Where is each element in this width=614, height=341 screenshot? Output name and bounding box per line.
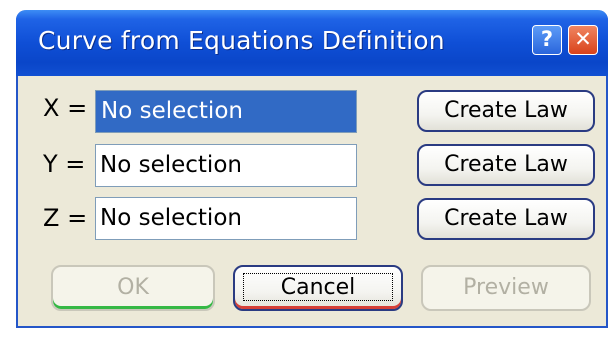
z-field-value: No selection (100, 205, 242, 231)
dialog-title: Curve from Equations Definition (38, 26, 445, 55)
z-equation-field[interactable]: No selection (95, 197, 357, 240)
preview-button[interactable]: Preview (421, 265, 591, 311)
y-equation-field[interactable]: No selection (95, 144, 357, 187)
curve-from-equations-dialog: Curve from Equations Definition ? ✕ X = … (16, 10, 608, 328)
z-label: Z = (43, 204, 88, 232)
ok-button[interactable]: OK (51, 265, 215, 311)
z-create-law-button[interactable]: Create Law (417, 198, 595, 240)
x-create-law-button[interactable]: Create Law (417, 90, 595, 132)
focus-ring (243, 273, 393, 301)
x-field-value: No selection (100, 96, 246, 126)
x-equation-field[interactable]: No selection (95, 90, 357, 133)
title-bar[interactable]: Curve from Equations Definition ? ✕ (16, 10, 608, 76)
help-icon[interactable]: ? (532, 25, 562, 55)
y-field-value: No selection (100, 152, 242, 178)
cancel-button[interactable]: Cancel (233, 265, 403, 311)
y-label: Y = (43, 150, 86, 178)
close-icon[interactable]: ✕ (568, 25, 598, 55)
y-create-law-button[interactable]: Create Law (417, 144, 595, 186)
x-label: X = (43, 94, 88, 122)
